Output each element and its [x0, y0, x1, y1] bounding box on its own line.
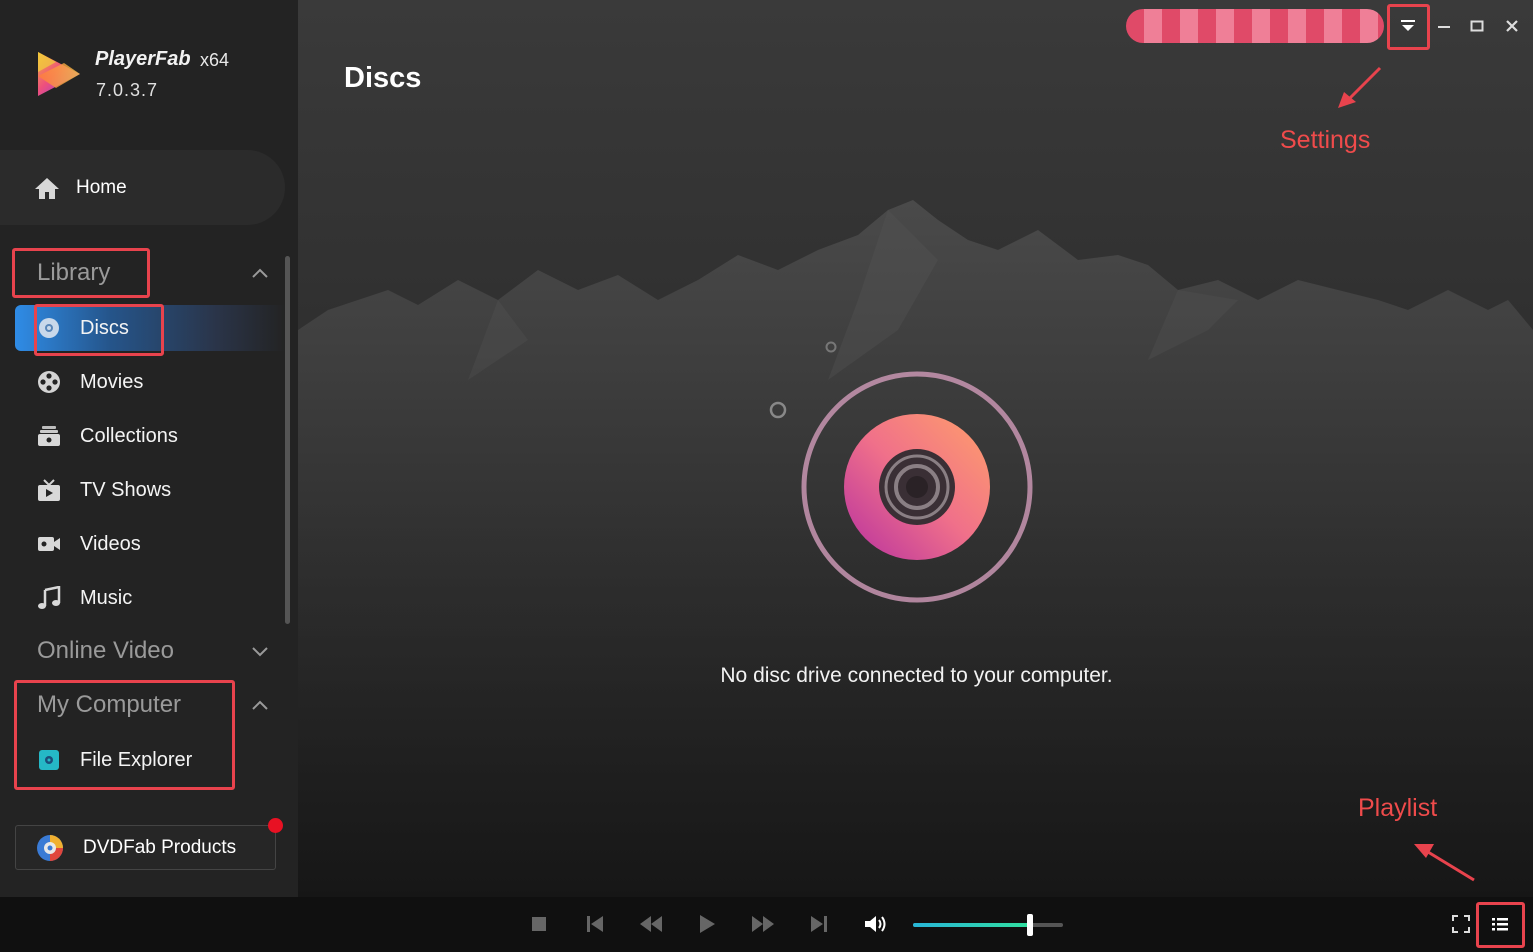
skip-back-icon [587, 916, 603, 932]
annotation-box-discs [34, 304, 164, 356]
disc-graphic [801, 371, 1033, 603]
minimize-button[interactable] [1429, 12, 1459, 40]
sidebar-item-label: Collections [80, 424, 178, 447]
annotation-arrow-playlist [1414, 844, 1475, 882]
sidebar-item-videos[interactable]: Videos [15, 521, 285, 567]
page-title: Discs [344, 62, 422, 94]
stop-button[interactable] [525, 911, 553, 937]
home-icon [35, 177, 59, 199]
volume-slider[interactable] [913, 914, 1063, 936]
film-reel-icon [37, 371, 61, 393]
play-button[interactable] [693, 911, 721, 937]
sidebar-item-movies[interactable]: Movies [15, 359, 285, 405]
annotation-box-playlist [1476, 902, 1525, 948]
annotation-settings-label: Settings [1280, 126, 1371, 154]
dvdfab-products-label: DVDFab Products [83, 836, 237, 858]
volume-slider-thumb[interactable] [1027, 914, 1033, 936]
sidebar-item-music[interactable]: Music [15, 575, 285, 621]
rewind-button[interactable] [637, 911, 665, 937]
annotation-box-my-computer [14, 680, 235, 790]
maximize-icon [1470, 20, 1484, 32]
volume-icon [865, 916, 886, 932]
sidebar-item-collections[interactable]: Collections [15, 413, 285, 459]
stop-icon [532, 917, 546, 931]
maximize-button[interactable] [1462, 12, 1492, 40]
sidebar-item-label: Music [80, 586, 133, 609]
close-icon [1506, 20, 1518, 32]
next-button[interactable] [805, 911, 833, 937]
music-note-icon [37, 586, 61, 609]
fullscreen-button[interactable] [1447, 911, 1475, 937]
decor-ring-small-icon [825, 341, 837, 353]
volume-slider-fill [913, 923, 1030, 927]
empty-state-message: No disc drive connected to your computer… [720, 664, 1113, 687]
fast-forward-icon [752, 916, 774, 932]
section-title-online-video[interactable]: Online Video [37, 637, 174, 665]
play-icon [700, 915, 715, 933]
dvdfab-logo-icon [37, 834, 63, 861]
sidebar-item-home[interactable]: Home [0, 150, 285, 225]
user-account-button[interactable] [1126, 9, 1384, 43]
dvdfab-products-button[interactable]: DVDFab Products [15, 825, 276, 870]
app-arch: x64 [200, 50, 230, 70]
chevron-down-icon[interactable] [250, 645, 270, 659]
app-name: PlayerFab [95, 48, 191, 70]
collections-icon [37, 425, 61, 447]
main-content: Discs Settings No disc drive connected t… [298, 0, 1533, 897]
decor-ring-icon [769, 401, 787, 419]
player-control-bar [0, 897, 1533, 952]
annotation-playlist-label: Playlist [1358, 794, 1438, 822]
annotation-box-settings [1387, 4, 1430, 50]
close-button[interactable] [1497, 12, 1527, 40]
video-camera-icon [37, 533, 61, 555]
rewind-icon [640, 916, 662, 932]
volume-button[interactable] [861, 911, 889, 937]
chevron-up-icon[interactable] [250, 698, 270, 712]
sidebar-item-tv-shows[interactable]: TV Shows [15, 467, 285, 513]
annotation-box-library [12, 248, 150, 298]
sidebar-item-label: Videos [80, 532, 141, 555]
fullscreen-icon [1452, 915, 1470, 933]
tv-icon [37, 479, 61, 501]
sidebar-item-label: Movies [80, 370, 144, 393]
notification-dot [268, 818, 283, 833]
minimize-icon [1438, 26, 1450, 28]
sidebar-scrollbar[interactable] [285, 256, 290, 624]
sidebar-item-label: TV Shows [80, 478, 172, 501]
fast-forward-button[interactable] [749, 911, 777, 937]
previous-button[interactable] [581, 911, 609, 937]
skip-forward-icon [811, 916, 827, 932]
sidebar-item-label: Home [76, 176, 127, 198]
app-version: 7.0.3.7 [96, 80, 159, 100]
chevron-up-icon[interactable] [250, 266, 270, 280]
playerfab-logo [38, 52, 80, 96]
annotation-arrow-settings [1338, 66, 1382, 108]
